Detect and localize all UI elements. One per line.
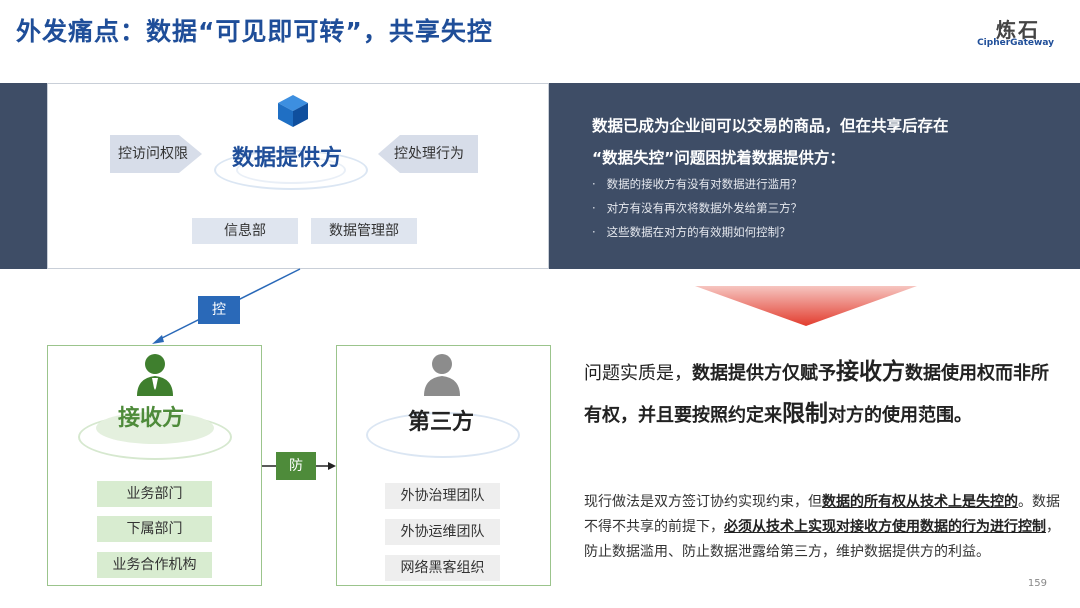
essence-emphasis: 接收方: [836, 359, 905, 385]
control-label: 控: [198, 296, 240, 324]
practice-text: 现行做法是双方签订协约实现约束，但: [584, 494, 822, 510]
user-suit-icon: [137, 354, 173, 396]
essence-emphasis: 数据提供方仅赋予: [692, 363, 836, 384]
practice-emphasis: 数据的所有权从技术上是失控的: [822, 494, 1018, 510]
receiver-item: 业务合作机构: [97, 552, 212, 578]
user-icon: [424, 354, 460, 396]
essence-emphasis: 限制: [782, 401, 828, 427]
page-number: 159: [1027, 578, 1047, 589]
practice-paragraph: 现行做法是双方签订协约实现约束，但数据的所有权从技术上是失控的。数据不得不共享的…: [584, 490, 1060, 565]
practice-emphasis: 必须从技术上实现对接收方使用数据的行为进行控制: [724, 519, 1046, 535]
prevent-label: 防: [276, 452, 316, 480]
receiver-item: 业务部门: [97, 481, 212, 507]
third-party-item: 外协治理团队: [385, 483, 500, 509]
essence-emphasis: 对方的使用范围。: [828, 405, 972, 426]
receiver-title: 接收方: [118, 406, 185, 431]
essence-text: 问题实质是，: [584, 363, 692, 384]
third-party-item: 网络黑客组织: [385, 555, 500, 581]
third-party-title: 第三方: [408, 410, 475, 435]
third-party-item: 外协运维团队: [385, 519, 500, 545]
essence-paragraph: 问题实质是，数据提供方仅赋予接收方数据使用权而非所有权，并且要按照约定来限制对方…: [584, 352, 1060, 436]
receiver-item: 下属部门: [97, 516, 212, 542]
